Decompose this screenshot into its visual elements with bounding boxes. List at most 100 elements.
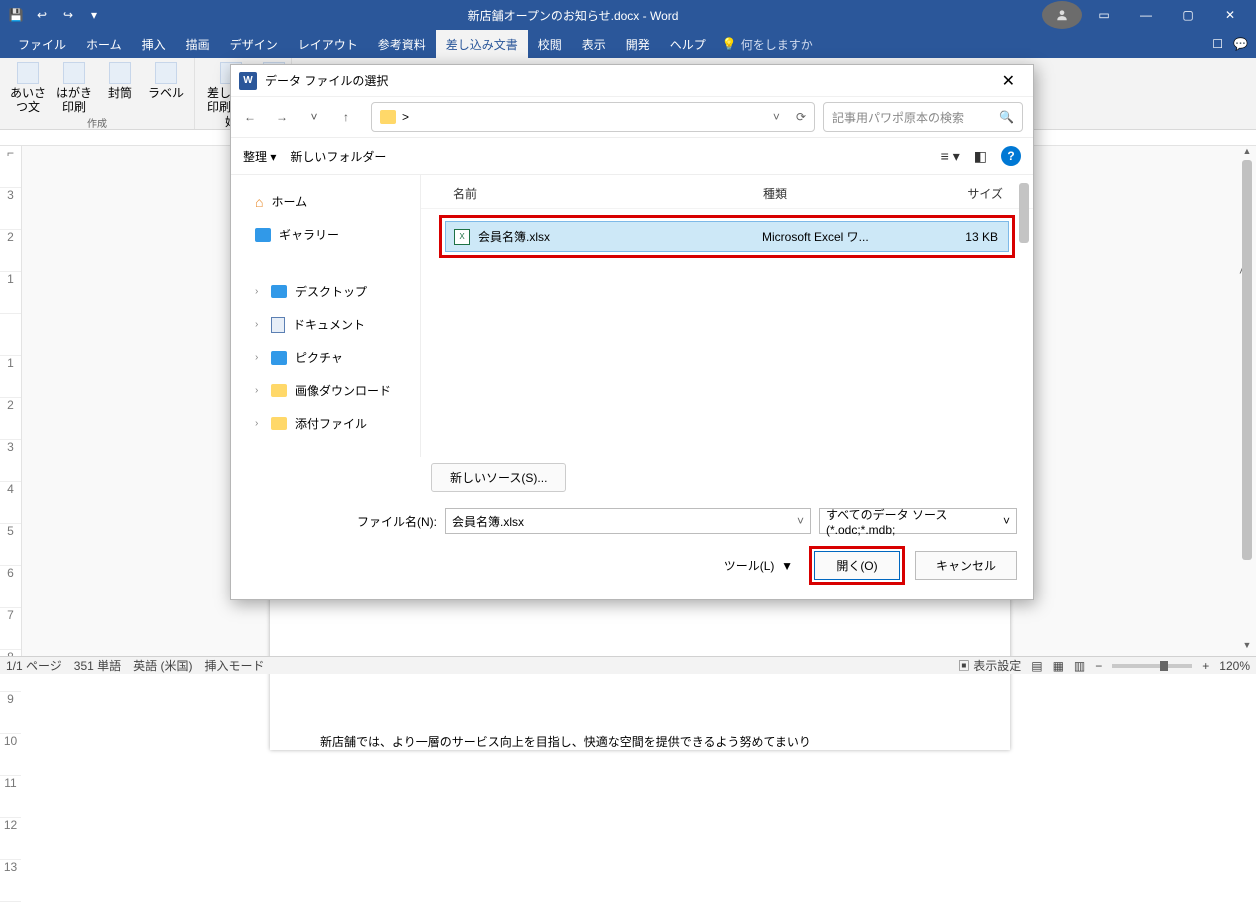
nav-attachments[interactable]: ›添付ファイル — [235, 407, 416, 440]
nav-image-downloads[interactable]: ›画像ダウンロード — [235, 374, 416, 407]
path-box[interactable]: > ˅ ⟳ — [371, 102, 815, 132]
zoom-level[interactable]: 120% — [1219, 659, 1250, 673]
chevron-right-icon[interactable]: › — [255, 286, 258, 297]
scrollbar-vertical[interactable]: ▲ ▼ — [1242, 146, 1252, 650]
ribbon-display-options-icon[interactable]: ▭ — [1084, 1, 1124, 29]
dialog-title: データ ファイルの選択 — [265, 72, 388, 89]
open-button[interactable]: 開く(O) — [814, 551, 900, 580]
status-insert-mode[interactable]: 挿入モード — [204, 657, 264, 674]
tab-references[interactable]: 参考資料 — [368, 30, 436, 59]
display-settings[interactable]: ▣ 表示設定 — [958, 657, 1021, 674]
qat-dropdown-icon[interactable]: ▾ — [84, 5, 104, 25]
nav-forward-icon[interactable]: → — [273, 110, 291, 124]
cancel-button[interactable]: キャンセル — [915, 551, 1017, 580]
nav-desktop[interactable]: ›デスクトップ — [235, 275, 416, 308]
status-page[interactable]: 1/1 ページ — [6, 657, 62, 674]
list-scrollbar[interactable] — [1019, 181, 1029, 451]
search-placeholder: 記事用パワポ原本の検索 — [832, 109, 964, 126]
filename-label: ファイル名(N): — [357, 513, 437, 530]
folder-icon — [271, 417, 287, 430]
search-box[interactable]: 記事用パワポ原本の検索 🔍 — [823, 102, 1023, 132]
scrollbar-thumb[interactable] — [1242, 160, 1252, 560]
tab-file[interactable]: ファイル — [8, 30, 76, 59]
filter-dropdown-icon[interactable]: ˅ — [1003, 514, 1010, 528]
scroll-down-icon[interactable]: ▼ — [1242, 640, 1252, 650]
maximize-icon[interactable]: ▢ — [1168, 1, 1208, 29]
minimize-icon[interactable]: — — [1126, 1, 1166, 29]
preview-pane-button[interactable]: ◧ — [974, 148, 987, 165]
col-type[interactable]: 種類 — [763, 185, 933, 202]
web-layout-icon[interactable]: ▥ — [1074, 659, 1085, 673]
comments-icon[interactable]: 💬 — [1233, 37, 1248, 51]
save-icon[interactable]: 💾 — [6, 5, 26, 25]
document-icon — [271, 317, 285, 333]
tab-draw[interactable]: 描画 — [176, 30, 220, 59]
refresh-icon[interactable]: ⟳ — [796, 110, 806, 124]
list-scroll-thumb[interactable] — [1019, 183, 1029, 243]
label-button[interactable]: ラベル — [146, 62, 186, 115]
quick-access-toolbar: 💾 ↩ ↪ ▾ — [6, 5, 104, 25]
tab-developer[interactable]: 開発 — [616, 30, 660, 59]
tab-home[interactable]: ホーム — [76, 30, 132, 59]
file-size: 13 KB — [932, 230, 998, 244]
greeting-button[interactable]: あいさつ文 — [8, 62, 48, 115]
tab-review[interactable]: 校閲 — [528, 30, 572, 59]
tab-mailings[interactable]: 差し込み文書 — [436, 30, 528, 59]
read-mode-icon[interactable]: ▤ — [1031, 659, 1042, 673]
nav-gallery[interactable]: ギャラリー — [235, 218, 416, 251]
zoom-out-icon[interactable]: − — [1095, 659, 1102, 673]
help-icon[interactable]: ? — [1001, 146, 1021, 166]
undo-icon[interactable]: ↩ — [32, 5, 52, 25]
zoom-slider[interactable] — [1112, 664, 1192, 668]
print-layout-icon[interactable]: ▦ — [1053, 659, 1064, 673]
titlebar: 💾 ↩ ↪ ▾ 新店舗オープンのお知らせ.docx - Word ▭ — ▢ ✕ — [0, 0, 1256, 30]
new-source-button[interactable]: 新しいソース(S)... — [431, 463, 566, 492]
view-mode-button[interactable]: ≡ ▾ — [941, 148, 960, 165]
tab-help[interactable]: ヘルプ — [660, 30, 716, 59]
scroll-up-icon[interactable]: ▲ — [1242, 146, 1252, 156]
status-words[interactable]: 351 単語 — [74, 657, 121, 674]
file-list: 名前 種類 サイズ X 会員名簿.xlsx Microsoft Excel ワ.… — [421, 175, 1033, 457]
col-name[interactable]: 名前 — [453, 185, 763, 202]
statusbar: 1/1 ページ 351 単語 英語 (米国) 挿入モード ▣ 表示設定 ▤ ▦ … — [0, 656, 1256, 674]
tell-me-search[interactable]: 💡 何をしますか — [722, 36, 813, 53]
chevron-right-icon[interactable]: › — [255, 319, 258, 330]
new-folder-button[interactable]: 新しいフォルダー — [290, 148, 386, 165]
doc-text-line1: 新店舗では、より一層のサービス向上を目指し、快適な空間を提供できるよう努めてまい… — [320, 735, 811, 749]
ruler-vertical[interactable]: ⌐32112345678910111213 — [0, 146, 22, 656]
nav-home[interactable]: ⌂ホーム — [235, 185, 416, 218]
close-icon[interactable]: ✕ — [1210, 1, 1250, 29]
chevron-right-icon[interactable]: › — [255, 418, 258, 429]
tab-layout[interactable]: レイアウト — [288, 30, 368, 59]
filetype-filter[interactable]: すべてのデータ ソース (*.odc;*.mdb; ˅ — [819, 508, 1017, 534]
status-language[interactable]: 英語 (米国) — [133, 657, 192, 674]
chevron-right-icon[interactable]: › — [255, 385, 258, 396]
filename-dropdown-icon[interactable]: ˅ — [797, 514, 804, 528]
zoom-in-icon[interactable]: + — [1202, 659, 1209, 673]
chevron-right-icon[interactable]: › — [255, 352, 258, 363]
file-name: 会員名簿.xlsx — [478, 228, 762, 245]
redo-icon[interactable]: ↪ — [58, 5, 78, 25]
tab-insert[interactable]: 挿入 — [132, 30, 176, 59]
envelope-button[interactable]: 封筒 — [100, 62, 140, 115]
nav-recent-icon[interactable]: ˅ — [305, 110, 323, 124]
file-row[interactable]: X 会員名簿.xlsx Microsoft Excel ワ... 13 KB — [445, 221, 1009, 252]
nav-back-icon[interactable]: ← — [241, 110, 259, 124]
share-icon[interactable]: ☐ — [1212, 37, 1223, 51]
organize-button[interactable]: 整理 ▾ — [243, 148, 276, 165]
tools-button[interactable]: ツール(L) ▼ — [724, 557, 793, 574]
postcard-button[interactable]: はがき印刷 — [54, 62, 94, 115]
folder-icon — [380, 110, 396, 124]
nav-pictures[interactable]: ›ピクチャ — [235, 341, 416, 374]
search-icon: 🔍 — [999, 110, 1014, 124]
tab-design[interactable]: デザイン — [220, 30, 288, 59]
filename-input[interactable]: 会員名簿.xlsx ˅ — [445, 508, 811, 534]
user-avatar[interactable] — [1042, 1, 1082, 29]
nav-up-icon[interactable]: ↑ — [337, 110, 355, 124]
tab-view[interactable]: 表示 — [572, 30, 616, 59]
col-size[interactable]: サイズ — [933, 185, 1003, 202]
nav-documents[interactable]: ›ドキュメント — [235, 308, 416, 341]
lightbulb-icon: 💡 — [722, 37, 737, 51]
dialog-close-button[interactable]: ✕ — [992, 67, 1025, 95]
path-dropdown-icon[interactable]: ˅ — [773, 110, 780, 124]
